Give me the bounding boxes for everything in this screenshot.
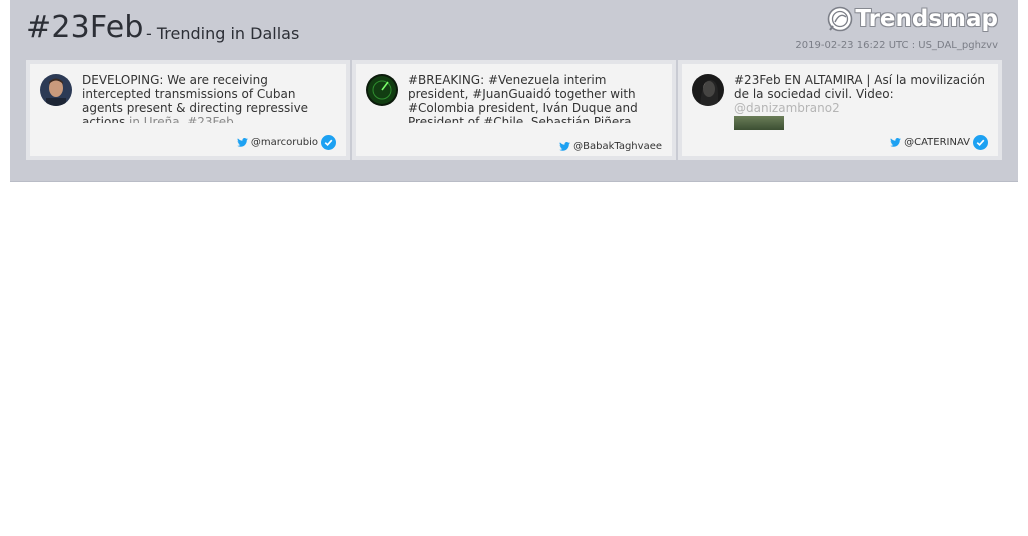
trend-location: - Trending in Dallas <box>146 24 300 43</box>
avatar[interactable] <box>40 74 72 106</box>
tweet-card-body: DEVELOPING: We are receiving intercepted… <box>30 64 346 156</box>
tweet-text-main: #BREAKING: #Venezuela interim president,… <box>408 73 638 123</box>
tweet-card-body: #23Feb EN ALTAMIRA | Así la movilización… <box>682 64 998 156</box>
twitter-bird-icon <box>890 138 901 147</box>
tweet-card[interactable]: #23Feb EN ALTAMIRA | Así la movilización… <box>678 60 1002 160</box>
verified-badge-icon <box>973 135 988 150</box>
avatar-image <box>40 74 72 106</box>
tweet-media-thumbnail[interactable] <box>734 116 784 130</box>
trendsmap-brand-text: Trendsmap <box>855 6 998 32</box>
tweet-author[interactable]: @BabakTaghvaee <box>559 141 662 152</box>
tweet-text: DEVELOPING: We are receiving intercepted… <box>82 73 340 123</box>
tweet-handle: @CATERINAV <box>904 137 970 148</box>
avatar[interactable] <box>366 74 398 106</box>
tweet-author[interactable]: @CATERINAV <box>890 135 988 150</box>
tweet-card-body: #BREAKING: #Venezuela interim president,… <box>356 64 672 156</box>
trend-panel: #23Feb - Trending in Dallas Trendsmap 20… <box>10 0 1018 182</box>
tweet-handle: @BabakTaghvaee <box>573 141 662 152</box>
verified-badge-icon <box>321 135 336 150</box>
tweet-text-faded: @danizambrano2 <box>734 101 840 115</box>
avatar-image <box>692 74 724 106</box>
trendsmap-globe-icon <box>828 6 853 32</box>
timestamp-location-code: 2019-02-23 16:22 UTC : US_DAL_pghzvv <box>795 40 998 51</box>
twitter-bird-icon <box>559 142 571 151</box>
tweet-card[interactable]: DEVELOPING: We are receiving intercepted… <box>26 60 350 160</box>
tweet-card[interactable]: #BREAKING: #Venezuela interim president,… <box>352 60 676 160</box>
avatar[interactable] <box>692 74 724 106</box>
tweet-cards: DEVELOPING: We are receiving intercepted… <box>26 60 1002 160</box>
tweet-text: #BREAKING: #Venezuela interim president,… <box>408 73 666 123</box>
tweet-author[interactable]: @marcorubio <box>237 135 336 150</box>
tweet-handle: @marcorubio <box>250 137 318 148</box>
trendsmap-logo[interactable]: Trendsmap <box>827 6 998 32</box>
tweet-text-faded: in Ureña. #23Feb <box>125 115 234 123</box>
trend-hashtag[interactable]: #23Feb <box>26 10 144 45</box>
tweet-text-main: #23Feb EN ALTAMIRA | Así la movilización… <box>734 73 986 101</box>
twitter-bird-icon <box>237 138 248 147</box>
avatar-image <box>366 74 398 106</box>
tweet-text: #23Feb EN ALTAMIRA | Así la movilización… <box>734 73 992 115</box>
